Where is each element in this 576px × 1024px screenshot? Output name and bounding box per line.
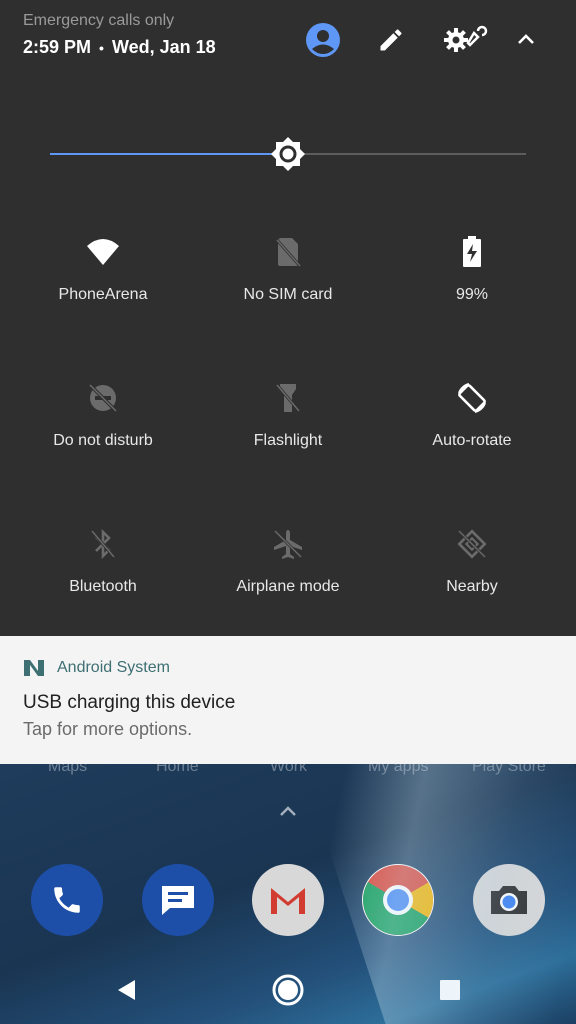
- tile-label: 99%: [455, 286, 489, 303]
- shortcut-home[interactable]: Home: [156, 764, 199, 776]
- tile-nearby[interactable]: Nearby: [380, 514, 564, 624]
- tile-bluetooth[interactable]: Bluetooth: [11, 514, 195, 624]
- flashlight-off-icon: [270, 380, 306, 416]
- shortcut-my-apps[interactable]: My apps: [368, 764, 428, 776]
- tile-label: Airplane mode: [236, 578, 340, 595]
- no-sim-icon: [270, 234, 306, 270]
- tile-battery[interactable]: 99%: [380, 222, 564, 332]
- airplane-off-icon: [270, 526, 306, 562]
- tile-label: Nearby: [446, 578, 498, 595]
- recents-button[interactable]: [432, 972, 468, 1008]
- clock: 2:59 PM: [23, 37, 92, 57]
- tile-no-sim[interactable]: No SIM card: [196, 222, 380, 332]
- notification-app-name: Android System: [57, 659, 170, 676]
- messages-app-icon[interactable]: [142, 864, 214, 936]
- notification-text: Tap for more options.: [23, 719, 193, 739]
- tile-label: Do not disturb: [53, 432, 153, 449]
- settings-icon[interactable]: [440, 22, 494, 58]
- bluetooth-off-icon: [85, 526, 121, 562]
- brightness-thumb[interactable]: [270, 136, 306, 172]
- nearby-off-icon: [454, 526, 490, 562]
- shortcut-row: Maps Home Work My apps Play Store: [0, 764, 576, 782]
- edit-icon[interactable]: [373, 22, 409, 58]
- battery-charging-icon: [454, 234, 490, 270]
- tile-do-not-disturb[interactable]: Do not disturb: [11, 368, 195, 478]
- tile-flashlight[interactable]: Flashlight: [196, 368, 380, 478]
- home-button[interactable]: [270, 972, 306, 1008]
- notification-title: USB charging this device: [23, 692, 236, 713]
- app-dock: [0, 864, 576, 938]
- shortcut-play-store[interactable]: Play Store: [472, 764, 546, 776]
- auto-rotate-icon: [454, 380, 490, 416]
- wifi-icon: [85, 234, 121, 270]
- navigation-bar: [0, 962, 576, 1018]
- date-separator: •: [99, 39, 104, 56]
- usb-notification[interactable]: Android System USB charging this device …: [0, 636, 576, 764]
- phone-app-icon[interactable]: [31, 864, 103, 936]
- shortcut-maps[interactable]: Maps: [48, 764, 87, 776]
- emergency-calls-text: Emergency calls only: [23, 12, 175, 29]
- app-drawer-chevron-icon[interactable]: [276, 800, 300, 824]
- brightness-slider[interactable]: [50, 136, 526, 172]
- tile-label: Bluetooth: [69, 578, 137, 595]
- user-avatar-icon[interactable]: [305, 22, 341, 58]
- shortcut-work[interactable]: Work: [270, 764, 307, 776]
- date: Wed, Jan 18: [111, 37, 216, 57]
- camera-app-icon[interactable]: [473, 864, 545, 936]
- gmail-app-icon[interactable]: [252, 864, 324, 936]
- date-time[interactable]: 2:59 PM • Wed, Jan 18: [23, 37, 216, 58]
- notification-header: Android System: [23, 658, 170, 678]
- home-screen: Maps Home Work My apps Play Store: [0, 764, 576, 1024]
- android-n-icon: [24, 660, 44, 676]
- brightness-fill: [50, 153, 288, 155]
- dnd-off-icon: [85, 380, 121, 416]
- tile-wifi[interactable]: PhoneArena: [11, 222, 195, 332]
- back-button[interactable]: [108, 972, 144, 1008]
- quick-settings-panel: Emergency calls only 2:59 PM • Wed, Jan …: [0, 0, 576, 636]
- tile-airplane-mode[interactable]: Airplane mode: [196, 514, 380, 624]
- collapse-icon[interactable]: [508, 22, 544, 58]
- chrome-app-icon[interactable]: [362, 864, 434, 936]
- tile-label: PhoneArena: [58, 286, 148, 303]
- tile-auto-rotate[interactable]: Auto-rotate: [380, 368, 564, 478]
- tile-label: No SIM card: [243, 286, 333, 303]
- tile-label: Flashlight: [253, 432, 323, 449]
- tile-label: Auto-rotate: [432, 432, 512, 449]
